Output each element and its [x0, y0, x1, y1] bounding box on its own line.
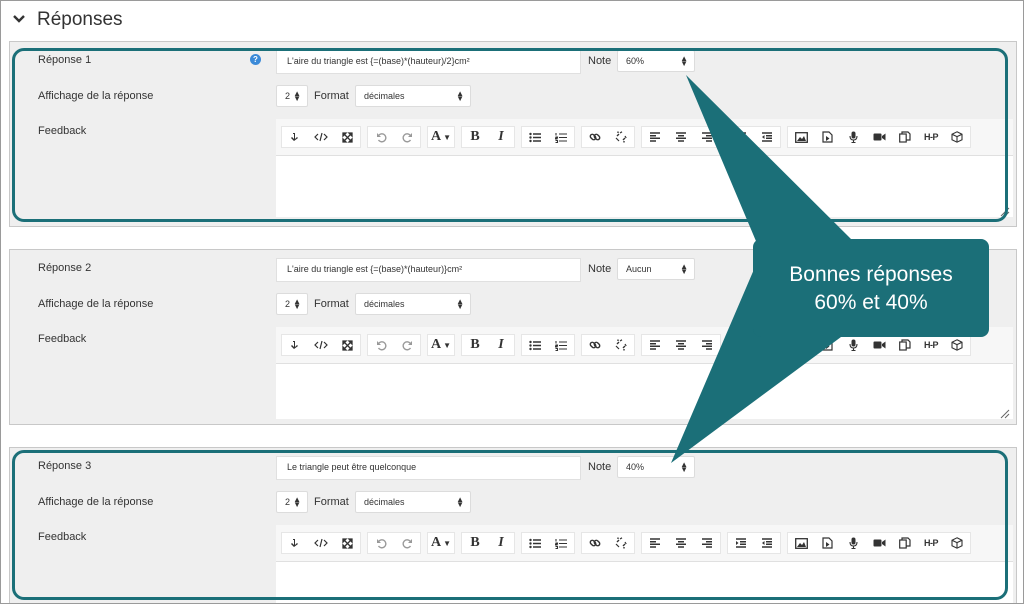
chevron-down-icon[interactable]: [9, 9, 33, 31]
toolbar-group: [367, 334, 421, 356]
note-select[interactable]: Aucun ▲ ▼: [617, 258, 695, 280]
callout-line-1: Bonnes réponses: [789, 263, 953, 286]
toolbar-group: BI: [461, 334, 515, 356]
indent-icon[interactable]: [728, 335, 754, 355]
note-label: Note: [588, 263, 612, 275]
content-bank-icon[interactable]: [944, 335, 970, 355]
resize-grip-icon[interactable]: [1000, 406, 1010, 419]
fullscreen-icon[interactable]: [334, 335, 360, 355]
toolbar-group: [281, 334, 361, 356]
numbered-list-icon[interactable]: [548, 335, 574, 355]
highlight-answer-3: [12, 450, 1008, 600]
link-icon[interactable]: [582, 335, 608, 355]
outdent-icon[interactable]: [754, 335, 780, 355]
highlight-answer-1: [12, 48, 1008, 222]
record-video-icon[interactable]: [866, 335, 892, 355]
align-right-icon[interactable]: [694, 335, 720, 355]
format-select[interactable]: décimales ▲ ▼: [355, 293, 471, 315]
select-arrows-icon: ▲ ▼: [456, 297, 464, 311]
toolbar-group: A ▼: [427, 334, 455, 356]
record-audio-icon[interactable]: [840, 335, 866, 355]
section-header[interactable]: Réponses: [9, 7, 123, 33]
select-arrows-icon: ▲ ▼: [293, 297, 301, 311]
display-digits-value: 2: [285, 299, 291, 309]
show-more-icon[interactable]: [282, 335, 308, 355]
callout-text: Bonnes réponses 60% et 40%: [756, 241, 986, 337]
toolbar-group: [521, 334, 575, 356]
page: Réponses Réponse 1? L'aire du triangle es…: [0, 0, 1024, 604]
manage-files-icon[interactable]: [892, 335, 918, 355]
unlink-icon[interactable]: [608, 335, 634, 355]
display-digits-select[interactable]: 2 ▲ ▼: [276, 293, 308, 315]
h5p-icon[interactable]: H-P: [918, 335, 944, 355]
feedback-label: Feedback: [38, 333, 87, 345]
section-title: Réponses: [37, 9, 123, 30]
toolbar-group: H-P: [787, 334, 971, 356]
bullet-list-icon[interactable]: [522, 335, 548, 355]
align-center-icon[interactable]: [668, 335, 694, 355]
undo-icon[interactable]: [368, 335, 394, 355]
note-select-value: Aucun: [626, 264, 652, 274]
redo-icon[interactable]: [394, 335, 420, 355]
toolbar-group: [581, 334, 635, 356]
media-icon[interactable]: [814, 335, 840, 355]
feedback-editor[interactable]: [276, 363, 1013, 419]
font-color-icon[interactable]: A ▼: [428, 335, 454, 355]
answer-input[interactable]: L'aire du triangle est {=(base)*(hauteur…: [276, 258, 581, 282]
format-select-value: décimales: [364, 299, 405, 309]
select-arrows-icon: ▲ ▼: [680, 262, 688, 276]
toolbar-group: [641, 334, 721, 356]
italic-icon[interactable]: I: [488, 335, 514, 355]
format-label: Format: [314, 298, 349, 310]
callout-line-2: 60% et 40%: [814, 291, 928, 314]
html-icon[interactable]: [308, 335, 334, 355]
align-left-icon[interactable]: [642, 335, 668, 355]
toolbar-group: [727, 334, 781, 356]
image-icon[interactable]: [788, 335, 814, 355]
bold-icon[interactable]: B: [462, 335, 488, 355]
answer-display-label: Affichage de la réponse: [38, 298, 154, 310]
answer-label: Réponse 2: [38, 262, 92, 274]
